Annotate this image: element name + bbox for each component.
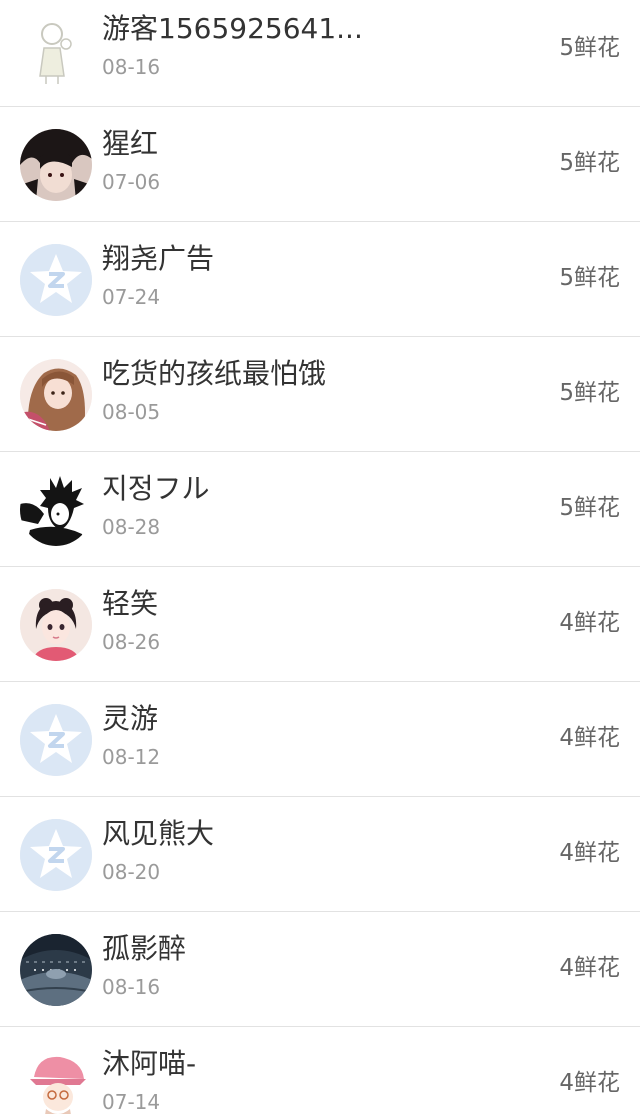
gift-date: 08-05 <box>102 400 161 424</box>
user-name: 游客1565925641... <box>102 12 363 45</box>
list-item[interactable]: 孤影醉 08-16 4鲜花 <box>0 913 640 1027</box>
flower-count: 5鲜花 <box>559 380 620 406</box>
girl-photo-avatar <box>20 359 92 431</box>
flower-count: 4鲜花 <box>559 610 620 636</box>
gift-date: 08-12 <box>102 745 161 769</box>
default-qq-avatar <box>20 704 92 776</box>
user-name: 灵游 <box>102 702 159 735</box>
tunnel-photo-avatar <box>20 934 92 1006</box>
flower-count: 5鲜花 <box>559 150 620 176</box>
gift-date: 08-28 <box>102 515 161 539</box>
sketch-girl-avatar <box>20 14 92 86</box>
user-name: 吃货的孩纸最怕饿 <box>102 357 327 390</box>
list-item[interactable]: 猩红 07-06 5鲜花 <box>0 108 640 222</box>
gift-date: 07-14 <box>102 1090 161 1114</box>
user-name: 지정フル <box>102 472 210 505</box>
list-item[interactable]: 沐阿喵- 07-14 4鲜花 <box>0 1028 640 1114</box>
list-item[interactable]: 灵游 08-12 4鲜花 <box>0 683 640 797</box>
flower-count: 5鲜花 <box>559 265 620 291</box>
gift-date: 07-24 <box>102 285 161 309</box>
list-item[interactable]: 游客1565925641... 08-16 5鲜花 <box>0 0 640 107</box>
list-item[interactable]: 风见熊大 08-20 4鲜花 <box>0 798 640 912</box>
flower-count: 4鲜花 <box>559 840 620 866</box>
user-name: 风见熊大 <box>102 817 215 850</box>
flower-count: 4鲜花 <box>559 1070 620 1096</box>
gift-date: 08-20 <box>102 860 161 884</box>
manga-avatar <box>20 474 92 546</box>
flower-count: 5鲜花 <box>559 495 620 521</box>
gift-date: 08-16 <box>102 975 161 999</box>
user-name: 轻笑 <box>102 587 159 620</box>
list-item[interactable]: 吃货的孩纸最怕饿 08-05 5鲜花 <box>0 338 640 452</box>
gift-date: 08-16 <box>102 55 161 79</box>
flower-count: 4鲜花 <box>559 955 620 981</box>
flower-count: 4鲜花 <box>559 725 620 751</box>
user-name: 猩红 <box>102 127 159 160</box>
flower-ranking-list: 游客1565925641... 08-16 5鲜花 猩红 07-06 5鲜花 翔… <box>0 0 640 1114</box>
anime-girl-avatar <box>20 589 92 661</box>
user-name: 翔尧广告 <box>102 242 215 275</box>
flower-count: 5鲜花 <box>559 35 620 61</box>
default-qq-avatar <box>20 819 92 891</box>
user-name: 孤影醉 <box>102 932 187 965</box>
user-name: 沐阿喵- <box>102 1047 197 1080</box>
pink-hat-avatar <box>20 1049 92 1114</box>
list-item[interactable]: 翔尧广告 07-24 5鲜花 <box>0 223 640 337</box>
gift-date: 07-06 <box>102 170 161 194</box>
gift-date: 08-26 <box>102 630 161 654</box>
default-qq-avatar <box>20 244 92 316</box>
list-item[interactable]: 轻笑 08-26 4鲜花 <box>0 568 640 682</box>
list-item[interactable]: 지정フル 08-28 5鲜花 <box>0 453 640 567</box>
dark-hair-avatar <box>20 129 92 201</box>
